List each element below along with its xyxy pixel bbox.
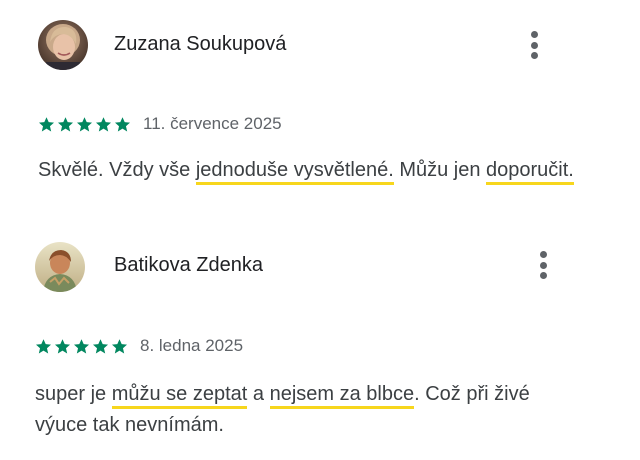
avatar-photo bbox=[35, 242, 85, 292]
star-icon bbox=[54, 338, 71, 353]
more-vert-icon-dot bbox=[540, 261, 547, 269]
star-icon bbox=[38, 116, 55, 131]
star-icon bbox=[114, 116, 131, 131]
text-segment: a bbox=[247, 383, 270, 405]
highlighted-phrase: jednoduše vysvětlené. bbox=[195, 159, 394, 185]
review-text: Skvělé. Vždy vše jednoduše vysvětlené. M… bbox=[38, 155, 578, 186]
rating-row: 8. ledna 2025 bbox=[35, 336, 243, 356]
star-icon bbox=[95, 116, 112, 131]
avatar[interactable] bbox=[35, 242, 85, 292]
star-icon bbox=[57, 116, 74, 131]
more-vert-icon-dot bbox=[531, 52, 538, 59]
star-rating bbox=[38, 116, 131, 133]
more-vert-icon-dot bbox=[540, 272, 547, 279]
review-date: 11. července 2025 bbox=[143, 114, 282, 133]
more-options-button[interactable] bbox=[525, 27, 545, 63]
review-card: Zuzana Soukupová 11. července 2025 Skvěl… bbox=[0, 0, 640, 230]
more-options-button[interactable] bbox=[534, 247, 554, 283]
text-segment: super je bbox=[35, 383, 112, 405]
review-card: Batikova Zdenka 8. ledna 2025 super je m… bbox=[0, 230, 640, 460]
star-rating bbox=[35, 338, 128, 355]
more-vert-icon bbox=[540, 251, 547, 258]
more-vert-icon bbox=[531, 31, 538, 38]
review-date: 8. ledna 2025 bbox=[140, 336, 244, 355]
highlighted-phrase: můžu se zeptat bbox=[111, 383, 248, 409]
star-icon bbox=[35, 338, 52, 353]
avatar[interactable] bbox=[38, 20, 88, 70]
avatar-photo bbox=[38, 20, 88, 70]
star-icon bbox=[111, 338, 128, 353]
star-icon bbox=[76, 116, 93, 131]
reviewer-name: Zuzana Soukupová bbox=[114, 33, 287, 55]
more-vert-icon-dot bbox=[531, 41, 538, 49]
review-text: super je můžu se zeptat a nejsem za blbc… bbox=[35, 379, 575, 441]
highlighted-phrase: doporučit. bbox=[486, 159, 574, 185]
text-segment: Můžu jen bbox=[393, 159, 487, 181]
star-icon bbox=[73, 338, 90, 353]
highlighted-phrase: nejsem za blbce bbox=[269, 383, 415, 409]
reviewer-name: Batikova Zdenka bbox=[114, 254, 263, 276]
star-icon bbox=[92, 338, 109, 353]
text-segment: Skvělé. Vždy vše bbox=[38, 159, 196, 181]
rating-row: 11. července 2025 bbox=[38, 114, 282, 134]
